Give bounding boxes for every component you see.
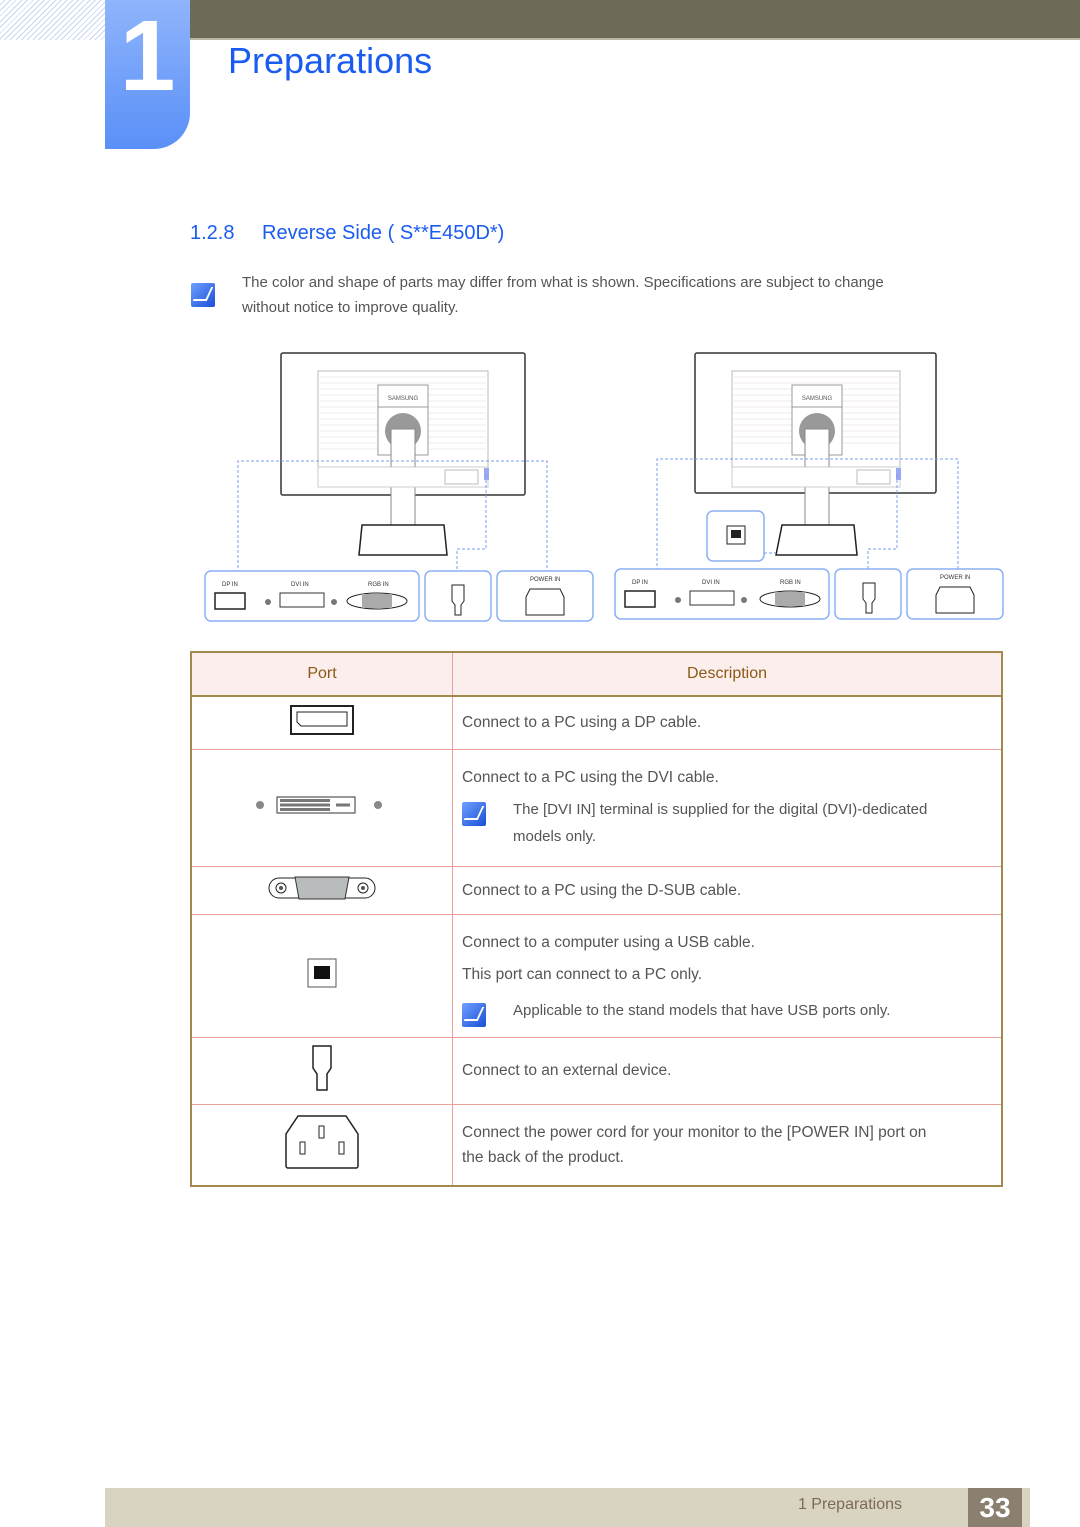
table-row: Connect to a computer using a USB cable.…	[190, 914, 1003, 1038]
dsub-port-icon	[268, 876, 376, 899]
power-in-label: POWER IN	[940, 575, 970, 581]
monitor-rear-diagram-left: SAMSUNG DP IN DVI IN RGB IN POWER IN	[204, 352, 594, 622]
note-text: models only.	[513, 828, 597, 845]
port-cell	[190, 1037, 453, 1105]
dvi-in-label: DVI IN	[291, 582, 309, 588]
header-hatch-decoration	[0, 0, 105, 40]
rgb-in-label: RGB IN	[368, 582, 389, 588]
external-device-port-icon	[312, 1045, 332, 1091]
footer-bar: 1 Preparations	[105, 1488, 1030, 1527]
power-port-icon	[525, 588, 565, 616]
note-text: Applicable to the stand models that have…	[513, 1002, 891, 1019]
monitor-rear-diagram-right: SAMSUNG DP IN DVI IN RGB IN POWER IN	[614, 352, 1004, 620]
table-row: Connect the power cord for your monitor …	[190, 1104, 1003, 1187]
port-cell	[190, 866, 453, 915]
table-row: Connect to a PC using the D-SUB cable.	[190, 866, 1003, 915]
table-row: Connect to a PC using the DVI cable. The…	[190, 749, 1003, 867]
note-pencil-icon	[191, 283, 215, 307]
table-note: The [DVI IN] terminal is supplied for th…	[462, 796, 1001, 850]
description-text: Connect the power cord for your monitor …	[462, 1123, 927, 1141]
note-pencil-icon	[462, 802, 486, 826]
note-text: The [DVI IN] terminal is supplied for th…	[513, 801, 928, 818]
table-row: Connect to a PC using a DP cable.	[190, 696, 1003, 750]
section-title-text: Reverse Side ( S**E450D*)	[262, 222, 505, 244]
monitor-stand	[358, 524, 448, 556]
page-number: 33	[968, 1488, 1022, 1527]
section-title: 1.2.8 Reverse Side ( S**E450D*)	[190, 222, 504, 245]
description-text: Connect to a PC using the D-SUB cable.	[462, 881, 742, 899]
table-note: Applicable to the stand models that have…	[462, 997, 1001, 1027]
power-in-label: POWER IN	[530, 577, 560, 583]
intro-note: The color and shape of parts may differ …	[242, 270, 884, 320]
intro-note-line: without notice to improve quality.	[242, 299, 459, 316]
description-text: Connect to an external device.	[462, 1062, 672, 1079]
header-description: Description	[452, 651, 1003, 697]
description-text: the back of the product.	[462, 1148, 624, 1166]
section-number: 1.2.8	[190, 222, 235, 244]
dp-in-label: DP IN	[632, 580, 648, 586]
chapter-title: Preparations	[228, 40, 433, 81]
port-description-table: Port Description Connect to a PC using a…	[190, 651, 1003, 1187]
note-pencil-icon	[462, 1003, 486, 1027]
dvi-port-icon	[279, 592, 325, 608]
footer-section-label: 1 Preparations	[797, 1496, 902, 1513]
displayport-icon	[290, 705, 354, 736]
description-text: Connect to a PC using a DP cable.	[462, 714, 702, 732]
chapter-tab: 1	[105, 0, 190, 149]
dp-in-label: DP IN	[222, 582, 238, 588]
power-in-port-icon	[285, 1115, 359, 1169]
intro-note-line: The color and shape of parts may differ …	[242, 274, 884, 291]
chapter-number: 1	[119, 0, 176, 112]
usb-port-icon	[307, 958, 337, 988]
usb-port-icon	[731, 530, 741, 538]
dp-port-icon	[214, 592, 246, 610]
brand-logo: SAMSUNG	[388, 396, 419, 402]
port-cell	[190, 696, 453, 750]
header-bar	[190, 0, 1080, 40]
port-cell	[190, 1104, 453, 1187]
header-port: Port	[190, 651, 453, 697]
description-text: Connect to a PC using the DVI cable.	[462, 769, 719, 786]
dvi-port-icon	[256, 796, 382, 814]
port-cell	[190, 749, 453, 867]
table-row: Connect to an external device.	[190, 1037, 1003, 1105]
table-header-row: Port Description	[190, 651, 1003, 697]
port-cell	[190, 914, 453, 1038]
description-text: Connect to a computer using a USB cable.	[462, 934, 755, 951]
description-text: This port can connect to a PC only.	[462, 966, 703, 983]
rgb-in-label: RGB IN	[780, 580, 801, 586]
dvi-in-label: DVI IN	[702, 580, 720, 586]
brand-logo: SAMSUNG	[802, 396, 833, 402]
